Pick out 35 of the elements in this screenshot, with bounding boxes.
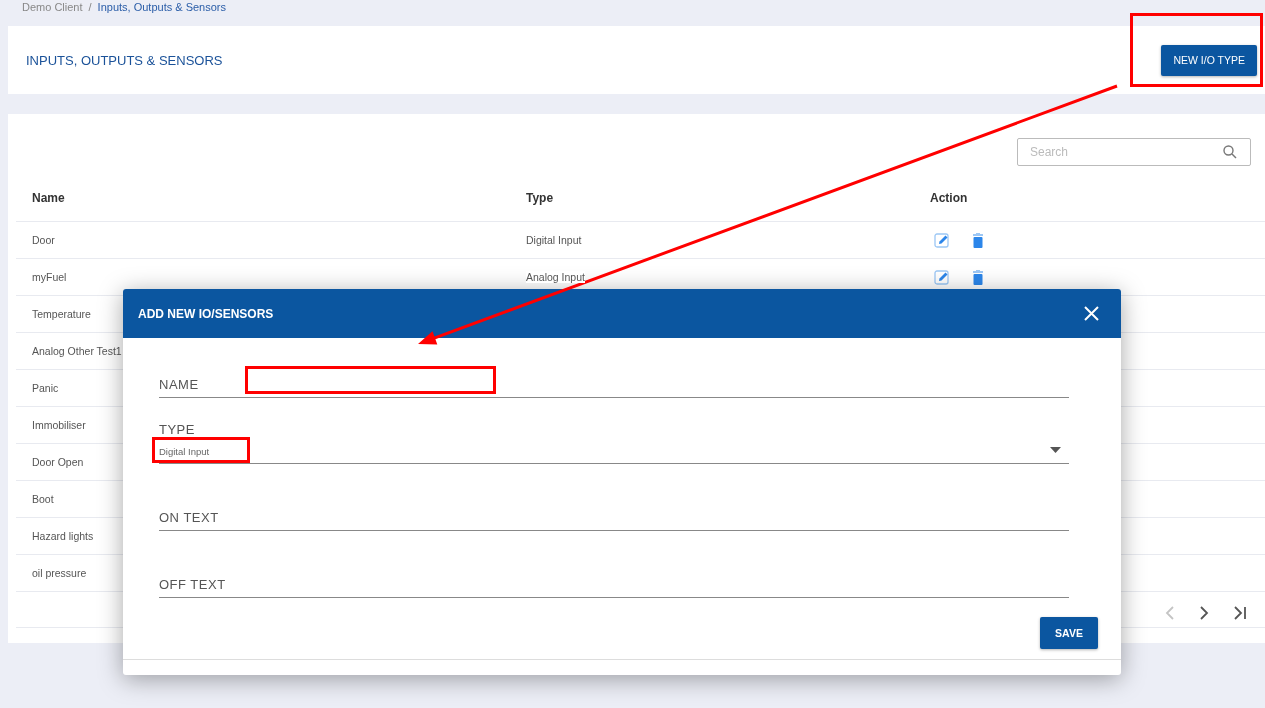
breadcrumb-item: Inputs, Outputs & Sensors (97, 1, 226, 14)
text-field[interactable]: ON TEXT (159, 500, 1069, 531)
save-button[interactable]: SAVE (1040, 617, 1098, 649)
page-title: INPUTS, OUTPUTS & SENSORS (26, 52, 223, 68)
table-cell: Temperature (32, 308, 91, 320)
edit-icon[interactable] (934, 269, 950, 285)
last-page-icon[interactable] (1233, 606, 1247, 620)
column-header: Action (930, 191, 968, 205)
table-cell: Immobiliser (32, 419, 86, 431)
caret-icon (1050, 447, 1061, 453)
table-cell: Analog Other Test1 (32, 345, 122, 357)
table-cell: Door Open (32, 456, 84, 468)
new-type-button[interactable]: NEW I/O TYPE (1161, 44, 1257, 76)
table-cell: myFuel (32, 271, 67, 283)
column-header: Name (32, 191, 65, 205)
search-icon[interactable] (1223, 145, 1237, 159)
dialog-title: ADD NEW IO/SENSORS (138, 306, 274, 321)
trash-icon[interactable] (972, 232, 984, 248)
table-cell: Analog Input (526, 271, 585, 283)
edit-icon[interactable] (934, 232, 950, 248)
type-dropdown[interactable]: TYPE Digital Input (159, 409, 1069, 464)
table-cell: Hazard lights (32, 530, 94, 542)
table-cell: Digital Input (526, 234, 582, 246)
search-field[interactable]: Search (1017, 138, 1251, 166)
table-cell: Boot (32, 493, 54, 505)
text-field[interactable]: NAME (159, 367, 1069, 398)
table-cell: Panic (32, 382, 59, 394)
close-icon[interactable] (1084, 306, 1099, 321)
breadcrumb-separator: / (88, 1, 92, 14)
column-header: Type (526, 191, 554, 205)
next-page-icon[interactable] (1199, 606, 1209, 620)
table-cell: oil pressure (32, 567, 87, 579)
table-cell: Door (32, 234, 55, 246)
text-field[interactable]: OFF TEXT (159, 567, 1069, 598)
trash-icon[interactable] (972, 269, 984, 285)
